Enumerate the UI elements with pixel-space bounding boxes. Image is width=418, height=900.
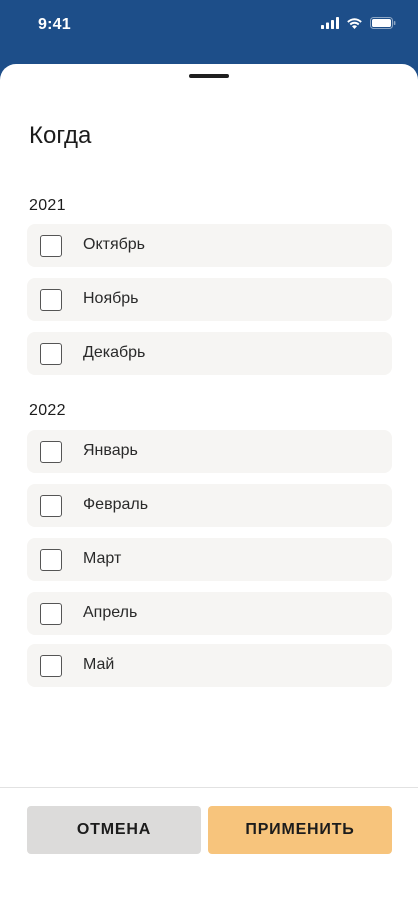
status-icons [321,17,396,29]
month-option-december-2021[interactable]: Декабрь [27,332,392,375]
wifi-icon [347,18,362,29]
month-label: Март [83,550,122,567]
checkbox[interactable] [40,655,62,677]
checkbox[interactable] [40,441,62,463]
cancel-button[interactable]: ОТМЕНА [27,806,201,854]
battery-icon [370,17,396,29]
month-label: Декабрь [83,344,146,361]
checkbox[interactable] [40,495,62,517]
month-option-october-2021[interactable]: Октябрь [27,224,392,267]
drag-handle[interactable] [189,74,229,78]
month-label: Февраль [83,496,149,513]
checkbox[interactable] [40,343,62,365]
signal-icon [321,17,339,29]
month-label: Январь [83,442,138,459]
filter-sheet: Когда 2021 Октябрь Ноябрь Декабрь 2022 Я… [0,64,418,900]
checkbox[interactable] [40,289,62,311]
month-label: Апрель [83,604,138,621]
footer-divider [0,787,418,788]
month-label: Май [83,656,115,673]
apply-button[interactable]: ПРИМЕНИТЬ [208,806,392,854]
month-option-november-2021[interactable]: Ноябрь [27,278,392,321]
month-option-march-2022[interactable]: Март [27,538,392,581]
checkbox[interactable] [40,235,62,257]
month-option-february-2022[interactable]: Февраль [27,484,392,527]
status-time: 9:41 [38,16,71,33]
status-bar: 9:41 [0,0,418,64]
checkbox[interactable] [40,549,62,571]
month-option-may-2022[interactable]: Май [27,644,392,687]
month-label: Ноябрь [83,290,139,307]
sheet-title: Когда [29,122,92,149]
month-option-january-2022[interactable]: Январь [27,430,392,473]
year-heading-2022: 2022 [29,402,66,419]
checkbox[interactable] [40,603,62,625]
year-heading-2021: 2021 [29,197,66,214]
month-option-april-2022[interactable]: Апрель [27,592,392,635]
month-label: Октябрь [83,236,146,253]
